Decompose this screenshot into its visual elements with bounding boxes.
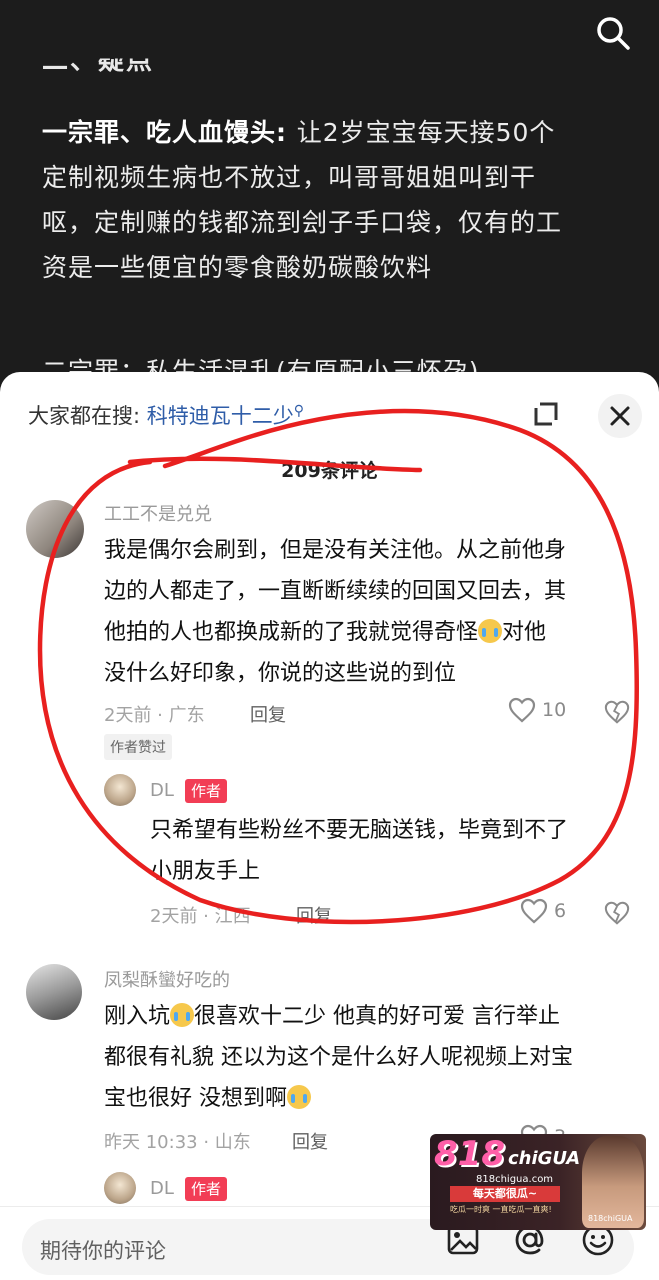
- comment-line: 没什么好印象，你说的这些说的到位: [104, 661, 457, 686]
- article-paragraph-heading: 一宗罪、吃人血馒头:: [42, 118, 297, 147]
- reply-button[interactable]: 回复: [292, 1128, 328, 1154]
- close-icon[interactable]: [598, 394, 642, 438]
- comment-text: 我是偶尔会刷到，但是没有关注他。从之前他身 边的人都走了，一直断断续续的回国又回…: [104, 530, 644, 694]
- comment-line: 都很有礼貌 还以为这个是什么好人呢视频上对宝: [104, 1045, 573, 1070]
- trending-search[interactable]: 大家都在搜: 科特迪瓦十二少⚲: [28, 400, 304, 430]
- expand-icon[interactable]: [526, 394, 566, 434]
- comment-line-text: 对他: [502, 620, 547, 645]
- author-tag: 作者: [185, 1177, 228, 1201]
- avatar[interactable]: [26, 500, 84, 558]
- author-tag: 作者: [185, 779, 228, 803]
- comment-text: 刚入坑 很喜欢十二少 他真的好可爱 言行举止 都很有礼貌 还以为这个是什么好人呢视…: [104, 996, 644, 1119]
- comment-text: 只希望有些粉丝不要无脑送钱，毕竟到不了 小朋友手上: [150, 810, 630, 892]
- comment-username[interactable]: DL: [150, 780, 174, 801]
- comment-line-text: 他拍的人也都换成新的了我就觉得奇怪: [104, 620, 479, 645]
- heart-icon: [508, 697, 536, 723]
- comment-line: 他拍的人也都换成新的了我就觉得奇怪 对他: [104, 612, 644, 653]
- comment-meta: 昨天 10:33 · 山东: [104, 1132, 251, 1153]
- reply-button[interactable]: 回复: [296, 902, 332, 928]
- like-count: 10: [542, 699, 567, 721]
- article-partial-heading: 二、疑点: [42, 46, 155, 77]
- ad-url: 818chigua.com: [476, 1174, 554, 1185]
- comment-line-text: 很喜欢十二少 他真的好可爱 言行举止: [194, 1004, 561, 1029]
- broken-heart-icon[interactable]: [604, 900, 630, 926]
- author-liked-badge: 作者赞过: [104, 734, 172, 760]
- comment-line: 我是偶尔会刷到，但是没有关注他。从之前他身: [104, 538, 567, 563]
- like-button[interactable]: 10: [508, 697, 566, 723]
- article-paragraph: 一宗罪、吃人血馒头: 让2岁宝宝每天接50个定制视频生病也不放过，叫哥哥姐姐叫到…: [42, 110, 562, 290]
- comment-meta: 2天前 · 广东: [104, 705, 205, 726]
- ad-logo-text: chiGUA: [508, 1148, 581, 1169]
- crying-emoji-icon: [170, 1003, 195, 1027]
- heart-icon: [520, 898, 548, 924]
- comment-line: 小朋友手上: [150, 859, 261, 884]
- broken-heart-icon[interactable]: [604, 699, 630, 725]
- avatar[interactable]: [104, 1172, 136, 1204]
- comment-username[interactable]: 凤梨酥蠻好吃的: [104, 966, 230, 992]
- comment-username[interactable]: 工工不是兑兑: [104, 500, 212, 526]
- watermark-ad[interactable]: 818 chiGUA 818chigua.com 每天都很瓜~ 吃瓜一时爽 一直…: [430, 1134, 646, 1230]
- comment-line: 只希望有些粉丝不要无脑送钱，毕竟到不了: [150, 818, 569, 843]
- trending-prefix: 大家都在搜:: [28, 404, 147, 428]
- ad-subtitle: 吃瓜一时爽 一直吃瓜一直爽!: [450, 1205, 552, 1214]
- reply-button[interactable]: 回复: [250, 701, 286, 727]
- comment-count: 209条评论: [281, 460, 378, 482]
- crying-laughing-emoji-icon: [478, 619, 503, 643]
- search-icon[interactable]: [592, 12, 634, 54]
- ad-tag: 818chiGUA: [588, 1214, 633, 1223]
- small-search-icon: ⚲: [293, 403, 305, 419]
- comment-input-placeholder: 期待你的评论: [40, 1239, 166, 1263]
- avatar[interactable]: [26, 964, 82, 1020]
- crying-emoji-icon: [287, 1085, 311, 1109]
- comment-meta: 2天前 · 江西: [150, 906, 251, 927]
- trending-keyword[interactable]: 科特迪瓦十二少: [147, 404, 294, 428]
- comment-line: 宝也很好 没想到啊: [104, 1078, 644, 1119]
- ad-banner: 每天都很瓜~: [450, 1186, 560, 1202]
- avatar[interactable]: [104, 774, 136, 806]
- comment-username[interactable]: DL: [150, 1178, 174, 1199]
- comment-line: 边的人都走了，一直断断续续的回国又回去，其: [104, 579, 567, 604]
- like-count: 6: [554, 900, 567, 922]
- comment-line-text: 宝也很好 没想到啊: [104, 1086, 287, 1111]
- article-background: 二、疑点 一宗罪、吃人血馒头: 让2岁宝宝每天接50个定制视频生病也不放过，叫哥…: [0, 0, 659, 400]
- comment-line: 刚入坑 很喜欢十二少 他真的好可爱 言行举止: [104, 996, 644, 1037]
- like-button[interactable]: 6: [520, 898, 566, 924]
- comment-line-text: 刚入坑: [104, 1004, 171, 1029]
- ad-logo-number: 818: [434, 1134, 505, 1174]
